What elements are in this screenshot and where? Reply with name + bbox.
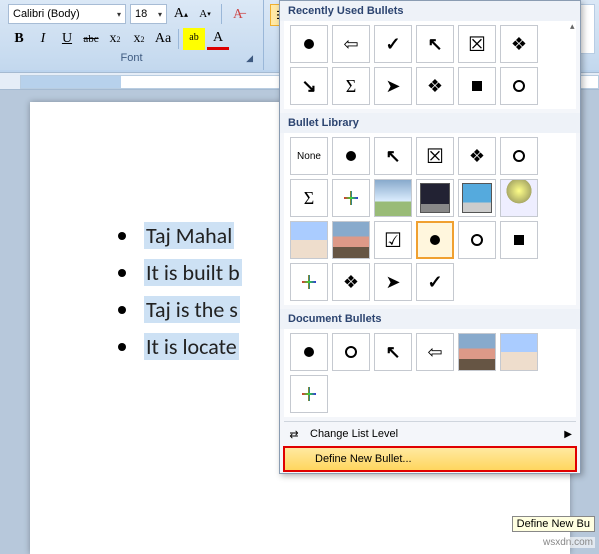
bullet-option-dot-sel[interactable] xyxy=(416,221,454,259)
submenu-arrow-icon: ▶ xyxy=(564,429,572,440)
tooltip: Define New Bu xyxy=(512,516,595,532)
font-group: Calibri (Body) ▾ 18 ▾ A▴ A▾ A̶ B I U abc… xyxy=(0,0,264,70)
bullet-option-odot[interactable] xyxy=(332,333,370,371)
bullet-icon xyxy=(118,306,126,314)
chevron-down-icon: ▾ xyxy=(158,10,162,19)
recent-bullets-grid xyxy=(284,21,576,109)
bullet-option-arr-nw[interactable] xyxy=(416,25,454,63)
bullet-option-chk[interactable] xyxy=(374,25,412,63)
divider xyxy=(221,4,222,24)
bullet-option-tri[interactable] xyxy=(374,67,412,105)
section-header-document: Document Bullets xyxy=(280,309,580,329)
bullet-option-pic-ppl[interactable] xyxy=(332,221,370,259)
bullet-option-pic-sky[interactable] xyxy=(374,179,412,217)
bullet-icon xyxy=(118,269,126,277)
bullet-option-plus4[interactable] xyxy=(290,263,328,301)
bullet-icon xyxy=(118,343,126,351)
bullet-option-dia[interactable] xyxy=(500,25,538,63)
bullet-option-arr-l[interactable] xyxy=(416,333,454,371)
chevron-down-icon: ▾ xyxy=(117,10,121,19)
separator xyxy=(284,421,576,422)
italic-button[interactable]: I xyxy=(32,28,54,50)
dialog-launcher-icon[interactable]: ◢ xyxy=(246,53,253,64)
bullet-option-odot[interactable] xyxy=(458,221,496,259)
underline-button[interactable]: U xyxy=(56,28,78,50)
bullet-option-pic-taj[interactable] xyxy=(290,221,328,259)
bullet-option-pic-bulb[interactable] xyxy=(500,179,538,217)
bullet-option-pic-mon[interactable] xyxy=(416,179,454,217)
bullet-option-dot[interactable] xyxy=(290,25,328,63)
define-new-bullet-item[interactable]: Define New Bullet... xyxy=(283,446,577,472)
bullet-option-sq[interactable] xyxy=(458,67,496,105)
bullet-option-dot[interactable] xyxy=(290,333,328,371)
bullet-option-arr-se[interactable] xyxy=(290,67,328,105)
bullet-option-dia[interactable] xyxy=(458,137,496,175)
font-size-combo[interactable]: 18 ▾ xyxy=(130,4,167,24)
bullet-option-xbx[interactable] xyxy=(416,137,454,175)
shrink-font-button[interactable]: A▾ xyxy=(195,4,215,24)
bullet-option-arr-nw[interactable] xyxy=(374,333,412,371)
strike-button[interactable]: abc xyxy=(80,28,102,50)
bullet-option-sq[interactable] xyxy=(500,221,538,259)
bullet-dropdown-panel: ▴ Recently Used Bullets Bullet Library N… xyxy=(279,0,581,474)
bullet-option-arr-nw[interactable] xyxy=(374,137,412,175)
clear-format-button[interactable]: A̶ xyxy=(228,4,248,24)
font-size-value: 18 xyxy=(135,8,147,20)
bullet-option-plus4[interactable] xyxy=(290,375,328,413)
font-color-button[interactable]: A xyxy=(207,28,229,50)
divider xyxy=(178,29,179,49)
change-list-level-item[interactable]: ⇄ Change List Level ▶ xyxy=(280,423,580,445)
bullet-option-odot[interactable] xyxy=(500,67,538,105)
bullet-option-xbx[interactable] xyxy=(458,25,496,63)
bullet-option-odot[interactable] xyxy=(500,137,538,175)
section-header-library: Bullet Library xyxy=(280,113,580,133)
bullet-option-pic-ppl[interactable] xyxy=(458,333,496,371)
bullet-option-arr-l[interactable] xyxy=(332,25,370,63)
bullet-option-none[interactable]: None xyxy=(290,137,328,175)
scroll-up-icon[interactable]: ▴ xyxy=(570,21,578,32)
highlight-button[interactable]: ab xyxy=(183,28,205,50)
section-header-recent: Recently Used Bullets xyxy=(280,1,580,21)
change-case-button[interactable]: Aa xyxy=(152,28,174,50)
list-level-icon: ⇄ xyxy=(286,428,302,441)
subscript-button[interactable]: x2 xyxy=(104,28,126,50)
grow-font-button[interactable]: A▴ xyxy=(171,4,191,24)
bullet-option-dot[interactable] xyxy=(332,137,370,175)
library-bullets-grid: None xyxy=(284,133,576,305)
bullet-option-chk[interactable] xyxy=(416,263,454,301)
bullet-option-cbx[interactable] xyxy=(374,221,412,259)
bullet-icon xyxy=(118,232,126,240)
bullet-option-tri[interactable] xyxy=(374,263,412,301)
document-bullets-grid xyxy=(284,329,576,417)
bullet-option-sig[interactable] xyxy=(332,67,370,105)
bullet-option-pic-taj[interactable] xyxy=(500,333,538,371)
font-name-combo[interactable]: Calibri (Body) ▾ xyxy=(8,4,126,24)
bullet-option-dia[interactable] xyxy=(332,263,370,301)
watermark: wsxdn.com xyxy=(541,537,595,548)
font-group-label: Font ◢ xyxy=(8,52,255,64)
superscript-button[interactable]: x2 xyxy=(128,28,150,50)
font-name-value: Calibri (Body) xyxy=(13,8,80,20)
bold-button[interactable]: B xyxy=(8,28,30,50)
bullet-option-sig[interactable] xyxy=(290,179,328,217)
bullet-option-plus4[interactable] xyxy=(332,179,370,217)
bullet-option-dia[interactable] xyxy=(416,67,454,105)
bullet-option-pic-mon2[interactable] xyxy=(458,179,496,217)
